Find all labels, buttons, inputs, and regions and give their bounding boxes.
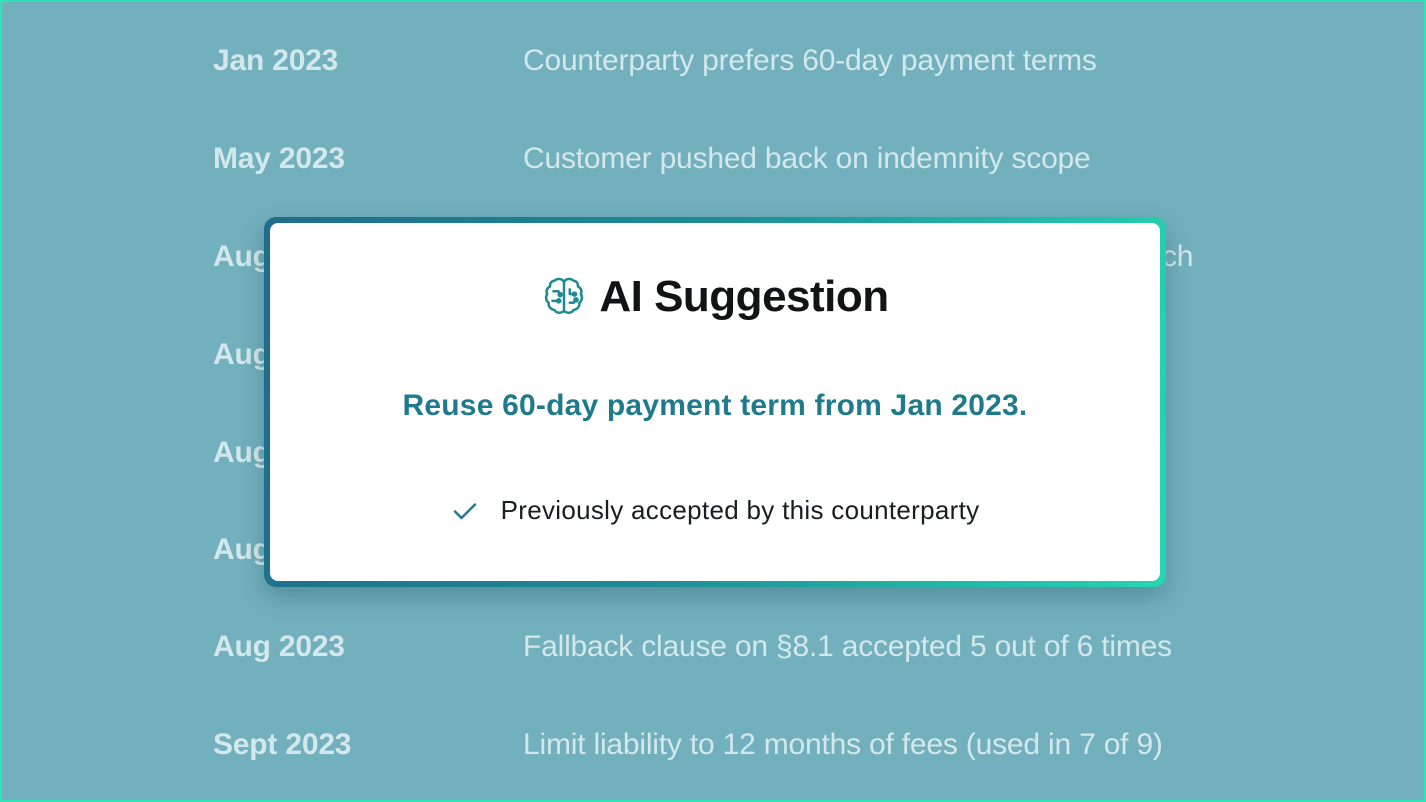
history-date: Aug [213, 436, 271, 469]
history-background: Jan 2023 Counterparty prefers 60-day pay… [0, 0, 1426, 802]
history-note: Counterparty prefers 60-day payment term… [523, 44, 1097, 77]
reason-text: Previously accepted by this counterparty [500, 495, 980, 525]
history-note: Customer pushed back on indemnity scope [523, 142, 1091, 175]
ai-suggestion-card: AI Suggestion Reuse 60-day payment term … [270, 223, 1160, 581]
suggestion-reason: Previously accepted by this counterparty [270, 495, 1160, 526]
dialog-title: AI Suggestion [599, 272, 889, 321]
history-date: May 2023 [213, 142, 345, 175]
history-note: Fallback clause on §8.1 accepted 5 out o… [523, 630, 1172, 663]
check-icon [451, 497, 479, 525]
history-row: Sept 2023 Limit liability to 12 months o… [2, 728, 1424, 768]
brain-icon [541, 274, 587, 320]
history-row: Jan 2023 Counterparty prefers 60-day pay… [2, 44, 1424, 84]
history-date: Aug [213, 338, 271, 371]
suggestion-text: Reuse 60-day payment term from Jan 2023. [402, 389, 1028, 422]
history-note: ch [1162, 240, 1194, 273]
dialog-header: AI Suggestion [270, 269, 1160, 325]
history-row: May 2023 Customer pushed back on indemni… [2, 142, 1424, 182]
history-date: Aug 2023 [213, 630, 345, 663]
history-date: Aug [213, 240, 271, 273]
history-date: Sept 2023 [213, 728, 352, 761]
history-date: Aug [213, 533, 271, 566]
history-row: Aug 2023 Fallback clause on §8.1 accepte… [2, 630, 1424, 670]
history-date: Jan 2023 [213, 44, 339, 77]
ai-suggestion-dialog: AI Suggestion Reuse 60-day payment term … [264, 217, 1166, 587]
history-note: Limit liability to 12 months of fees (us… [523, 728, 1163, 761]
